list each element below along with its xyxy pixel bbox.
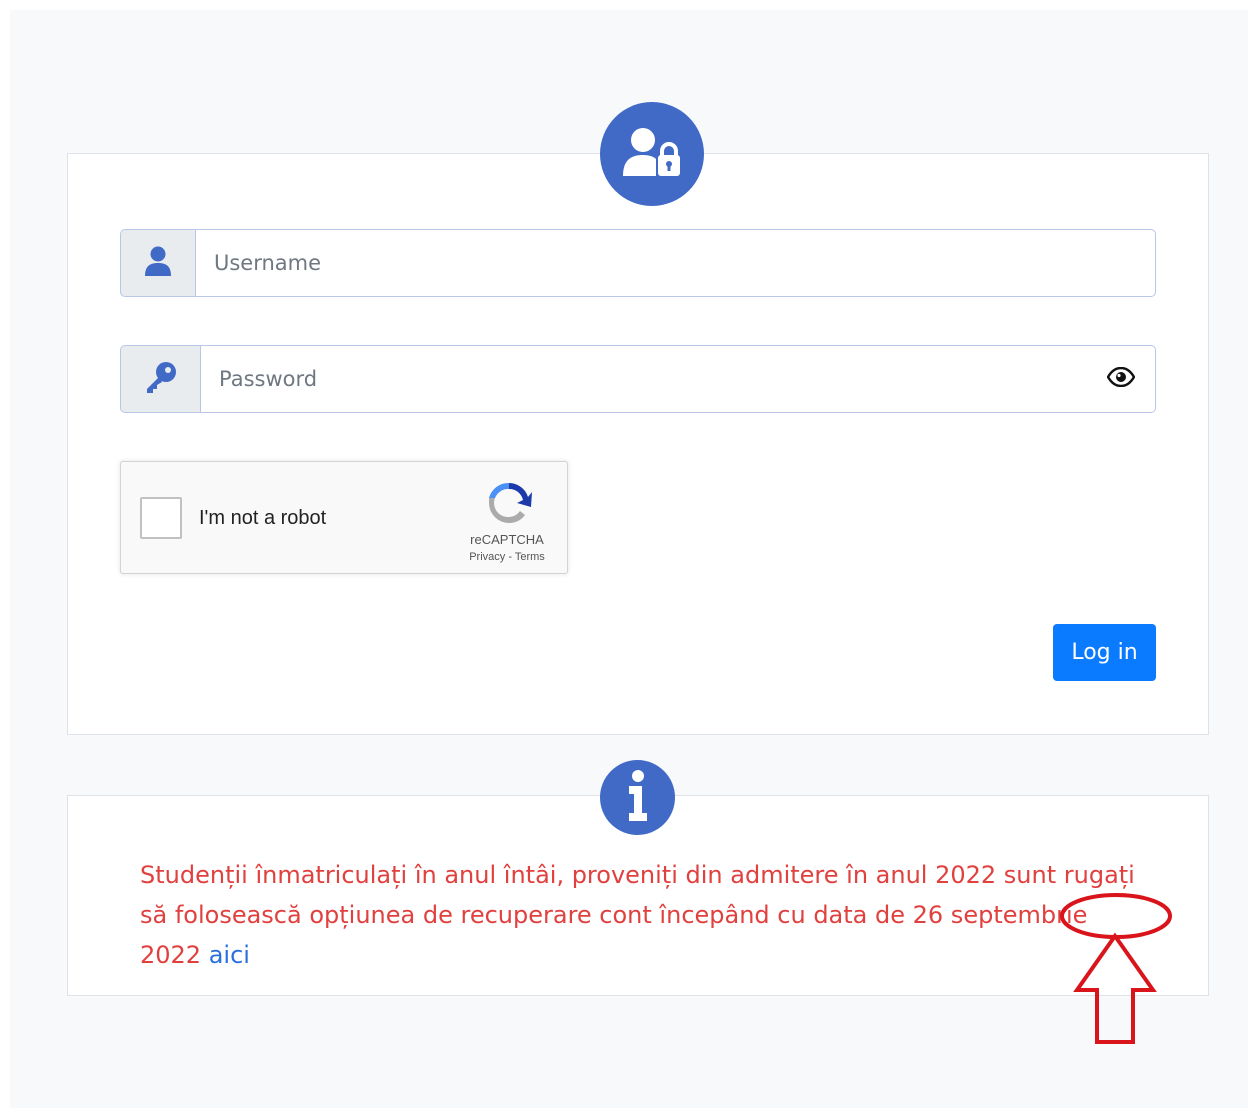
username-input[interactable] bbox=[195, 229, 1156, 297]
login-badge bbox=[600, 102, 704, 206]
password-addon bbox=[120, 345, 200, 413]
annotation-marker bbox=[1060, 893, 1172, 1044]
recaptcha-checkbox[interactable] bbox=[140, 497, 182, 539]
recovery-notice: Studenții înmatriculați în anul întâi, p… bbox=[140, 855, 1150, 975]
user-icon bbox=[145, 246, 171, 281]
info-badge bbox=[600, 760, 675, 835]
recaptcha-terms-link[interactable]: Terms bbox=[515, 551, 545, 563]
username-addon bbox=[120, 229, 195, 297]
recaptcha-widget: I'm not a robot reCAPTCHA Privacy - Term… bbox=[120, 461, 568, 574]
info-icon bbox=[626, 769, 650, 826]
key-icon bbox=[144, 360, 178, 399]
eye-icon bbox=[1106, 366, 1135, 392]
login-button[interactable]: Log in bbox=[1053, 624, 1156, 681]
notice-text: Studenții înmatriculați în anul întâi, p… bbox=[140, 861, 1135, 969]
password-group bbox=[120, 345, 1156, 413]
password-input[interactable] bbox=[200, 345, 1086, 413]
recaptcha-logo-icon bbox=[484, 478, 534, 528]
recaptcha-privacy-link[interactable]: Privacy bbox=[469, 551, 505, 563]
user-lock-icon bbox=[621, 126, 683, 183]
toggle-password-button[interactable] bbox=[1086, 345, 1156, 413]
recaptcha-label: I'm not a robot bbox=[199, 507, 327, 529]
recaptcha-separator: - bbox=[505, 551, 515, 563]
recaptcha-brand: reCAPTCHA bbox=[470, 532, 544, 547]
recaptcha-links: Privacy - Terms bbox=[451, 551, 563, 563]
recovery-link[interactable]: aici bbox=[209, 941, 250, 969]
username-group bbox=[120, 229, 1156, 297]
